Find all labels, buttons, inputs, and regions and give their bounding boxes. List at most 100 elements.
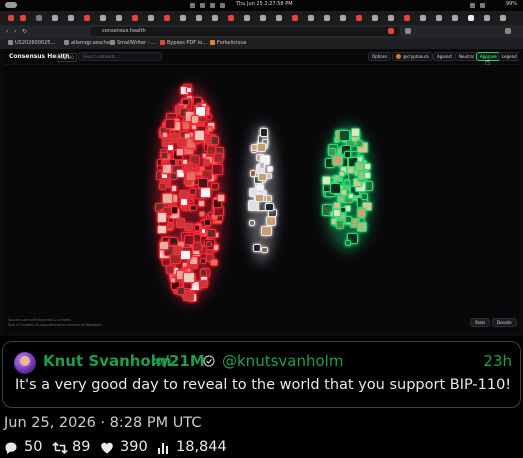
tab-favicon[interactable] — [324, 15, 330, 21]
participant-avatar[interactable] — [167, 144, 174, 151]
participant-avatar[interactable] — [185, 86, 193, 94]
battery-level[interactable]: 99% — [506, 1, 517, 7]
participant-avatar[interactable] — [258, 162, 265, 169]
participant-avatar[interactable] — [171, 185, 178, 192]
participant-avatar[interactable] — [199, 186, 211, 198]
participant-avatar[interactable] — [356, 222, 367, 233]
tab-favicon[interactable] — [308, 15, 314, 21]
tab-favicon[interactable] — [100, 15, 106, 21]
quoted-tweet-card[interactable]: Knut Svanholm ∞/21M @knutsvanholm 23h It… — [2, 341, 521, 408]
participant-avatar[interactable] — [321, 175, 331, 185]
bookmark-item[interactable]: Bypass PDF lo... — [160, 40, 207, 46]
avatar[interactable] — [14, 352, 36, 374]
participant-avatar[interactable] — [180, 250, 191, 261]
tab-favicon[interactable] — [180, 15, 186, 21]
search-input[interactable]: Search datasets... — [78, 52, 162, 61]
bookmark-item[interactable]: US202600025... — [8, 40, 55, 46]
participant-avatar[interactable] — [197, 199, 205, 207]
wifi-icon[interactable] — [470, 3, 475, 8]
participant-avatar[interactable] — [333, 208, 342, 217]
participant-avatar[interactable] — [265, 202, 274, 211]
menubar-icon[interactable] — [220, 3, 225, 8]
tab-favicon[interactable] — [52, 15, 58, 21]
participant-avatar[interactable] — [182, 121, 191, 130]
post-date[interactable]: Jun 25, 2026 · 8:28 PM UTC — [4, 415, 201, 431]
tab-favicon[interactable] — [388, 15, 394, 21]
participant-avatar[interactable] — [170, 253, 181, 264]
user-button[interactable]: @cryptoaura — [392, 52, 433, 61]
participant-avatar[interactable] — [207, 126, 214, 133]
back-icon[interactable]: ‹ — [6, 28, 8, 35]
options-button[interactable]: Options — [368, 52, 392, 61]
participant-avatar[interactable] — [162, 131, 169, 138]
participant-avatar[interactable] — [213, 206, 225, 217]
participant-avatar[interactable] — [166, 222, 174, 230]
participant-avatar[interactable] — [254, 193, 264, 203]
participant-avatar[interactable] — [213, 153, 224, 163]
participant-avatar[interactable] — [199, 280, 208, 289]
participant-avatar[interactable] — [157, 224, 167, 235]
tab-favicon[interactable] — [404, 15, 410, 21]
bookmark-item[interactable]: Forkelicious — [210, 40, 246, 46]
apple-menu-icon[interactable] — [5, 2, 17, 8]
participant-avatar[interactable] — [175, 147, 185, 156]
participant-avatar[interactable] — [156, 212, 168, 223]
tab-favicon[interactable] — [356, 15, 362, 21]
extension-icon[interactable] — [388, 28, 394, 34]
control-center-icon[interactable] — [480, 3, 485, 8]
tab-favicon[interactable] — [132, 15, 138, 21]
tab-favicon[interactable] — [244, 15, 250, 21]
participant-avatar[interactable] — [183, 272, 195, 284]
consensus-visualization[interactable] — [4, 66, 519, 333]
participant-avatar[interactable] — [199, 211, 205, 218]
tweet-time[interactable]: 23h — [483, 352, 512, 370]
neutral-filter-button[interactable]: Neutral — [455, 52, 478, 61]
participant-avatar[interactable] — [184, 222, 193, 232]
participant-avatar[interactable] — [344, 215, 352, 224]
participant-avatar[interactable] — [350, 127, 361, 138]
participant-avatar[interactable] — [210, 136, 219, 145]
participant-avatar[interactable] — [338, 170, 345, 177]
participant-avatar[interactable] — [175, 218, 186, 228]
participant-avatar[interactable] — [209, 258, 218, 267]
tab-favicon[interactable] — [276, 15, 282, 21]
legend-button[interactable]: Legend — [498, 52, 519, 61]
menubar-icon[interactable] — [190, 3, 195, 8]
participant-avatar[interactable] — [364, 162, 372, 171]
menubar-icon[interactable] — [210, 3, 215, 8]
donate-button[interactable]: Donate — [492, 318, 517, 327]
participant-avatar[interactable] — [164, 119, 175, 130]
tab-favicon[interactable] — [436, 15, 442, 21]
participant-avatar[interactable] — [344, 151, 352, 159]
participant-avatar[interactable] — [258, 172, 267, 182]
user-handle[interactable]: @knutsvanholm — [222, 352, 343, 370]
tab-favicon[interactable] — [196, 15, 202, 21]
participant-avatar[interactable] — [206, 229, 216, 239]
url-field[interactable]: consensus.health — [90, 27, 400, 36]
participant-avatar[interactable] — [265, 215, 276, 226]
participant-avatar[interactable] — [158, 240, 169, 251]
participant-avatar[interactable] — [267, 165, 274, 172]
menubar-icon[interactable] — [200, 3, 205, 8]
participant-avatar[interactable] — [191, 124, 198, 131]
participant-avatar[interactable] — [198, 178, 209, 188]
participant-avatar[interactable] — [192, 241, 203, 252]
participant-avatar[interactable] — [340, 189, 347, 196]
participant-avatar[interactable] — [329, 182, 341, 194]
participant-avatar[interactable] — [170, 206, 179, 214]
participant-avatar[interactable] — [259, 128, 269, 137]
participant-avatar[interactable] — [335, 220, 345, 229]
participant-avatar[interactable] — [344, 239, 352, 247]
bookmark-item[interactable]: SmallWriter - ... — [110, 40, 156, 46]
tab-favicon[interactable] — [20, 15, 26, 21]
participant-avatar[interactable] — [203, 158, 211, 166]
participant-avatar[interactable] — [338, 130, 350, 142]
tab-favicon[interactable] — [292, 15, 298, 21]
stats-button[interactable]: Stats — [470, 318, 491, 327]
participant-avatar[interactable] — [161, 193, 173, 205]
participant-avatar[interactable] — [206, 241, 212, 247]
bookmark-item[interactable]: allomqp.asscha... — [64, 40, 115, 46]
participant-avatar[interactable] — [177, 287, 185, 295]
participant-avatar[interactable] — [211, 182, 219, 191]
tab-favicon[interactable] — [372, 15, 378, 21]
